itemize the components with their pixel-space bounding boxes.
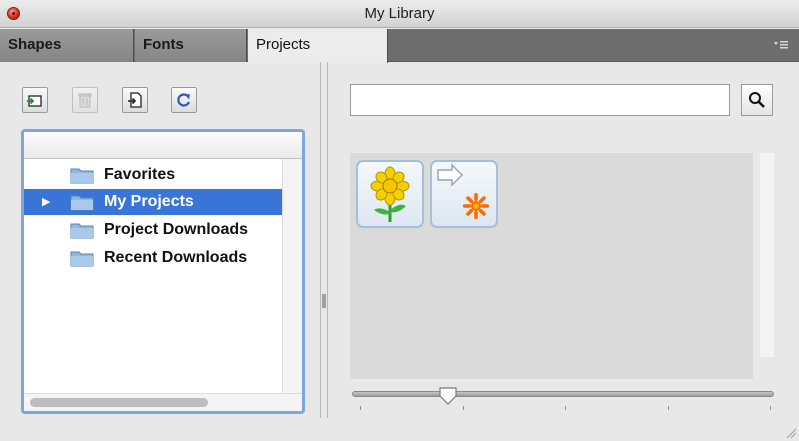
slider-track[interactable] — [352, 391, 774, 397]
scrollbar-thumb[interactable] — [30, 398, 208, 407]
tree-item-label: Recent Downloads — [104, 249, 248, 266]
tree-item-label: Favorites — [104, 166, 176, 183]
project-tree[interactable]: Favorites ▶ My Projects Project Download… — [21, 129, 305, 414]
slider-tick — [770, 406, 771, 410]
shortcut-star-icon — [437, 163, 489, 219]
folder-icon — [70, 168, 94, 184]
gallery-scrollbar[interactable] — [760, 153, 774, 357]
tab-strip: Shapes Fonts Projects — [0, 29, 799, 63]
title-bar: My Library — [0, 0, 799, 28]
import-icon — [128, 92, 142, 108]
tree-item-project-downloads[interactable]: Project Downloads — [24, 217, 282, 243]
expand-arrow-icon[interactable]: ▶ — [42, 195, 50, 208]
sunflower-icon — [370, 166, 410, 222]
search-button[interactable] — [741, 84, 773, 116]
gallery-item-sunflower[interactable] — [356, 160, 424, 228]
tab-fonts[interactable]: Fonts — [135, 29, 247, 62]
tree-item-recent-downloads[interactable]: Recent Downloads — [24, 245, 282, 271]
refresh-button[interactable] — [171, 87, 197, 113]
search-input[interactable] — [350, 84, 730, 116]
slider-tick — [462, 406, 464, 410]
tree-vertical-scrollbar[interactable] — [282, 159, 302, 393]
folder-icon — [70, 251, 94, 267]
gallery-item-shortcut[interactable] — [430, 160, 498, 228]
tree-header — [24, 132, 302, 159]
tree-horizontal-scrollbar[interactable] — [24, 393, 302, 411]
folder-icon — [70, 223, 94, 239]
zoom-slider[interactable] — [352, 386, 776, 414]
tree-item-my-projects[interactable]: ▶ My Projects — [24, 189, 282, 215]
tree-item-label: My Projects — [104, 193, 194, 210]
slider-knob[interactable] — [438, 386, 458, 406]
add-folder-button[interactable] — [22, 87, 48, 113]
refresh-icon — [177, 93, 191, 107]
add-folder-icon — [27, 95, 42, 107]
panel-splitter[interactable] — [318, 62, 330, 418]
slider-tick — [667, 406, 669, 410]
import-button[interactable] — [122, 87, 148, 113]
window-title: My Library — [364, 5, 435, 22]
tab-projects[interactable]: Projects — [248, 29, 388, 63]
magnifier-icon — [749, 92, 765, 108]
tab-shapes[interactable]: Shapes — [0, 29, 134, 62]
project-gallery[interactable] — [350, 153, 753, 379]
resize-grip-icon[interactable] — [785, 427, 797, 439]
folder-icon — [70, 195, 94, 211]
splitter-grip[interactable] — [322, 294, 326, 308]
slider-tick — [565, 406, 566, 410]
tree-item-favorites[interactable]: Favorites — [24, 162, 282, 188]
delete-button[interactable] — [72, 87, 98, 113]
slider-tick — [360, 406, 361, 410]
tree-item-label: Project Downloads — [104, 221, 249, 238]
trash-icon — [78, 93, 92, 108]
panel-menu-icon[interactable] — [773, 38, 789, 52]
